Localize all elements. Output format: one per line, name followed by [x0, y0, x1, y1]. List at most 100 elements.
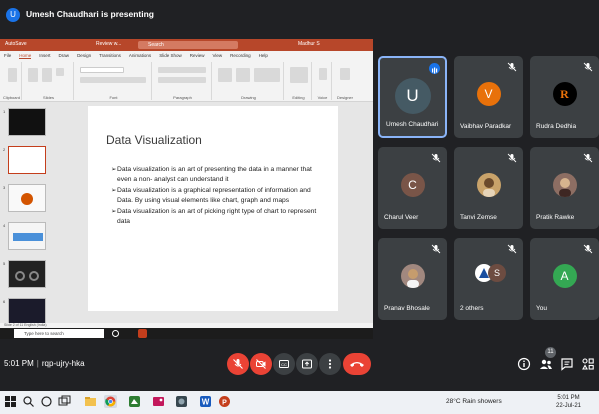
search-icon[interactable] [22, 395, 35, 408]
slide-title: Data Visualization [106, 133, 202, 147]
avatar [552, 173, 577, 197]
ppt-tab-animations[interactable]: Animations [129, 53, 151, 58]
meet-controls-bar: 5:01 PM | rqp-ujry-hka CC 11 [0, 342, 599, 388]
ppt-tab-home[interactable]: Home [19, 53, 32, 59]
participant-tile[interactable]: S 2 others [454, 238, 523, 320]
present-button[interactable] [296, 353, 318, 375]
people-icon[interactable] [539, 357, 553, 371]
captions-button[interactable]: CC [273, 353, 295, 375]
clock-time: 5:01 PM [557, 395, 580, 401]
avatar [400, 264, 425, 288]
slide-thumb-1[interactable]: 1 [3, 108, 46, 136]
participant-name: Charul Veer [384, 214, 419, 221]
chrome-icon[interactable] [104, 395, 117, 408]
ppt-workspace: 1 2 3 4 5 6 Data Visualization ➢ Data vis… [0, 102, 373, 326]
clock-date: 22-Jul-21 [556, 403, 582, 409]
weather-widget[interactable]: 28°C Rain showers [446, 398, 502, 405]
chat-icon[interactable] [560, 357, 574, 371]
app-icon[interactable] [128, 395, 141, 408]
mic-off-icon [583, 153, 593, 163]
camera-off-icon [256, 359, 266, 369]
word-icon[interactable]: W [199, 395, 212, 408]
participant-tile[interactable]: A You [530, 238, 599, 320]
mic-off-icon [507, 244, 517, 254]
mic-off-icon [583, 244, 593, 254]
file-explorer-icon[interactable] [84, 395, 97, 408]
ribbon-group-font[interactable]: Font [76, 62, 152, 100]
ppt-search[interactable]: Search [138, 41, 238, 49]
ppt-ribbon: Clipboard Slides Font Paragraph Drawing … [0, 60, 373, 102]
powerpoint-icon[interactable]: P [218, 395, 231, 408]
ribbon-group-slides[interactable]: Slides [24, 62, 74, 100]
slide-bullet: ➢ Data visualization is a graphical repre… [111, 187, 311, 204]
more-options-button[interactable] [319, 353, 341, 375]
ppt-tab-help[interactable]: Help [259, 53, 268, 58]
powerpoint-icon [138, 329, 147, 338]
ppt-tab-file[interactable]: File [4, 53, 11, 58]
participant-tile[interactable]: Pranav Bhosale [378, 238, 447, 320]
slide-thumb-2[interactable]: 2 [3, 146, 46, 174]
avatar: C [400, 173, 425, 197]
current-slide[interactable]: Data Visualization ➢ Data visualization i… [88, 106, 338, 311]
ribbon-group-voice[interactable]: Voice [314, 62, 332, 100]
windows-taskbar: W P 28°C Rain showers 5:01 PM 22-Jul-21 [0, 391, 599, 414]
current-time: 5:01 PM [4, 359, 34, 368]
participant-name: 2 others [460, 305, 484, 312]
participant-tile[interactable]: Pratik Rawke [530, 147, 599, 229]
ribbon-group-designer[interactable]: Designer [334, 62, 356, 100]
participant-name: You [536, 305, 547, 312]
shared-taskbar: Type here to search [0, 328, 373, 339]
ppt-tab-draw[interactable]: Draw [59, 53, 70, 58]
participant-name: Vaibhav Paradkar [460, 123, 512, 130]
slide-thumb-6[interactable]: 6 [3, 298, 46, 326]
ppt-user: Madhur S [298, 41, 320, 47]
participant-tile[interactable]: U Umesh Chaudhari [378, 56, 447, 138]
slide-bullets: ➢ Data visualization is an art of present… [111, 165, 326, 228]
participant-tile[interactable]: C Charul Veer [378, 147, 447, 229]
ribbon-group-clipboard[interactable]: Clipboard [2, 62, 22, 100]
ppt-menu-tabs: File Home Insert Draw Design Transitions Anima… [0, 51, 373, 60]
shared-screen[interactable]: AutoSave Review w... Search Madhur S Fil… [0, 39, 373, 339]
ppt-tab-recording[interactable]: Recording [230, 53, 251, 58]
cortana-icon [112, 330, 119, 337]
more-vert-icon [328, 359, 332, 369]
slide-thumb-3[interactable]: 3 [3, 184, 46, 212]
participant-name: Tanvi Zemse [460, 214, 497, 221]
leave-call-button[interactable] [343, 353, 371, 375]
slide-thumb-4[interactable]: 4 [3, 222, 46, 250]
ppt-title-bar: AutoSave Review w... Search Madhur S [0, 39, 373, 51]
participant-tile[interactable]: V Vaibhav Paradkar [454, 56, 523, 138]
ppt-tab-view[interactable]: View [212, 53, 222, 58]
speaking-indicator-icon [429, 63, 440, 74]
slide-bullet: ➢ Data visualization is an art of present… [111, 166, 312, 183]
avatar: R [552, 82, 577, 106]
ribbon-group-drawing[interactable]: Drawing [214, 62, 284, 100]
mic-toggle-button[interactable] [227, 353, 249, 375]
slide-thumb-5[interactable]: 5 [3, 260, 46, 288]
ppt-tab-review[interactable]: Review [190, 53, 205, 58]
participant-tile[interactable]: Tanvi Zemse [454, 147, 523, 229]
ribbon-group-editing[interactable]: Editing [286, 62, 312, 100]
ppt-tab-insert[interactable]: Insert [39, 53, 50, 58]
avatar: S [488, 264, 506, 282]
ppt-tab-design[interactable]: Design [77, 53, 91, 58]
ppt-tab-transitions[interactable]: Transitions [99, 53, 121, 58]
activities-icon[interactable] [581, 357, 595, 371]
mic-off-icon [507, 62, 517, 72]
info-icon[interactable] [517, 357, 531, 371]
system-clock[interactable]: 5:01 PM 22-Jul-21 [556, 394, 581, 410]
photos-icon[interactable] [152, 395, 165, 408]
cortana-icon[interactable] [40, 395, 53, 408]
participant-name: Pratik Rawke [536, 214, 575, 221]
task-view-icon[interactable] [58, 395, 71, 408]
meet-header: U Umesh Chaudhari is presenting [0, 0, 599, 30]
ribbon-group-paragraph[interactable]: Paragraph [154, 62, 212, 100]
participant-tile[interactable]: R Rudra Dedhia [530, 56, 599, 138]
windows-start-icon[interactable] [4, 395, 17, 408]
camera-toggle-button[interactable] [250, 353, 272, 375]
app-icon[interactable] [175, 395, 188, 408]
meeting-info: 5:01 PM | rqp-ujry-hka [4, 359, 85, 368]
ppt-tab-slide-show[interactable]: Slide Show [159, 53, 182, 58]
present-screen-icon [302, 359, 312, 369]
participant-name: Umesh Chaudhari [386, 121, 439, 128]
